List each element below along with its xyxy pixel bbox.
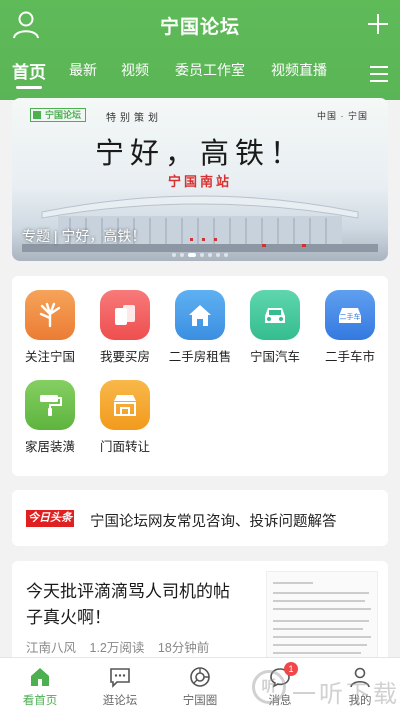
carousel-dot[interactable] <box>216 253 220 257</box>
carousel-dot[interactable] <box>188 253 196 257</box>
banner-headline: 宁好，高铁！ <box>94 136 305 170</box>
car-icon <box>250 290 300 340</box>
tab-committee-studio[interactable]: 委员工作室 <box>175 60 245 80</box>
tab-video[interactable]: 视频 <box>121 60 149 80</box>
used-car-icon: 二手车 <box>325 290 375 340</box>
circle-tab-icon <box>190 667 210 687</box>
app-header: 宁国论坛 首页 最新 视频 委员工作室 视频直播 <box>0 0 400 100</box>
active-tab-indicator <box>16 86 42 89</box>
channel-tabs: 首页 最新 视频 委员工作室 视频直播 <box>0 58 360 89</box>
service-home-decoration[interactable]: 家居装潢 <box>12 366 88 456</box>
banner-caption: 专题 | 宁好，高铁！ <box>22 228 146 244</box>
article-time: 18分钟前 <box>157 641 210 655</box>
banner-special-label: 特别策划 <box>106 113 162 124</box>
carousel-indicator <box>172 253 232 257</box>
tabbar-home[interactable]: 看首页 <box>0 658 80 711</box>
toutiao-logo: 今日头条 <box>26 510 74 527</box>
tab-latest[interactable]: 最新 <box>69 60 97 80</box>
article-author: 江南八风 <box>26 641 77 655</box>
add-icon[interactable] <box>366 12 390 36</box>
home-tab-icon <box>31 668 49 686</box>
carousel-dot[interactable] <box>172 253 176 257</box>
banner-logo: 宁国论坛 <box>30 108 86 122</box>
service-ningguo-cars[interactable]: 宁国汽车 <box>237 276 313 366</box>
app-title: 宁国论坛 <box>159 17 240 38</box>
carousel-dot[interactable] <box>180 253 184 257</box>
service-buy-house[interactable]: 我要买房 <box>87 276 163 366</box>
article-card[interactable]: 今天批评滴滴骂人司机的帖子真火啊！ 江南八风 1.2万阅读 18分钟前 <box>12 561 388 661</box>
download-site-watermark: 听 一听下载 <box>252 668 400 708</box>
house-card-icon <box>100 290 150 340</box>
notice-text[interactable]: 宁国论坛网友常见咨询、投诉问题解答 <box>90 510 337 531</box>
article-title[interactable]: 今天批评滴滴骂人司机的帖子真火啊！ <box>26 579 244 631</box>
banner-corner-text: 中国 · 宁国 <box>317 111 368 121</box>
service-grid: 关注宁国 我要买房 二手房租售 宁国汽车 二手车 二手车市 家居装潢 门面转让 <box>12 276 388 476</box>
tab-home[interactable]: 首页 <box>12 58 46 83</box>
carousel-dot[interactable] <box>200 253 204 257</box>
hand-icon <box>25 290 75 340</box>
service-second-hand-house[interactable]: 二手房租售 <box>162 276 238 366</box>
tabbar-circle[interactable]: 宁国圈 <box>160 658 240 711</box>
storefront-icon <box>100 380 150 430</box>
svg-text:二手车: 二手车 <box>340 312 361 321</box>
headline-notice-bar[interactable]: 今日头条 宁国论坛网友常见咨询、投诉问题解答 <box>12 490 388 546</box>
watermark-logo: 听 <box>252 670 286 704</box>
home-icon <box>175 290 225 340</box>
menu-icon[interactable] <box>370 66 388 82</box>
tab-live-video[interactable]: 视频直播 <box>271 60 327 80</box>
chat-tab-icon <box>110 668 130 688</box>
watermark-text: 一听下载 <box>292 681 400 708</box>
tabbar-forum[interactable]: 逛论坛 <box>80 658 160 711</box>
article-meta: 江南八风 1.2万阅读 18分钟前 <box>26 637 219 656</box>
article-thumbnail[interactable] <box>266 571 378 661</box>
service-follow-ningguo[interactable]: 关注宁国 <box>12 276 88 366</box>
service-used-cars[interactable]: 二手车 二手车市 <box>312 276 388 366</box>
carousel-dot[interactable] <box>224 253 228 257</box>
paint-roller-icon <box>25 380 75 430</box>
carousel-dot[interactable] <box>208 253 212 257</box>
banner-carousel[interactable]: 宁国论坛 特别策划 中国 · 宁国 宁好，高铁！ 宁国南站 专题 | 宁好，高铁… <box>12 98 388 261</box>
service-storefront-transfer[interactable]: 门面转让 <box>87 366 163 456</box>
article-reads: 1.2万阅读 <box>89 641 145 655</box>
